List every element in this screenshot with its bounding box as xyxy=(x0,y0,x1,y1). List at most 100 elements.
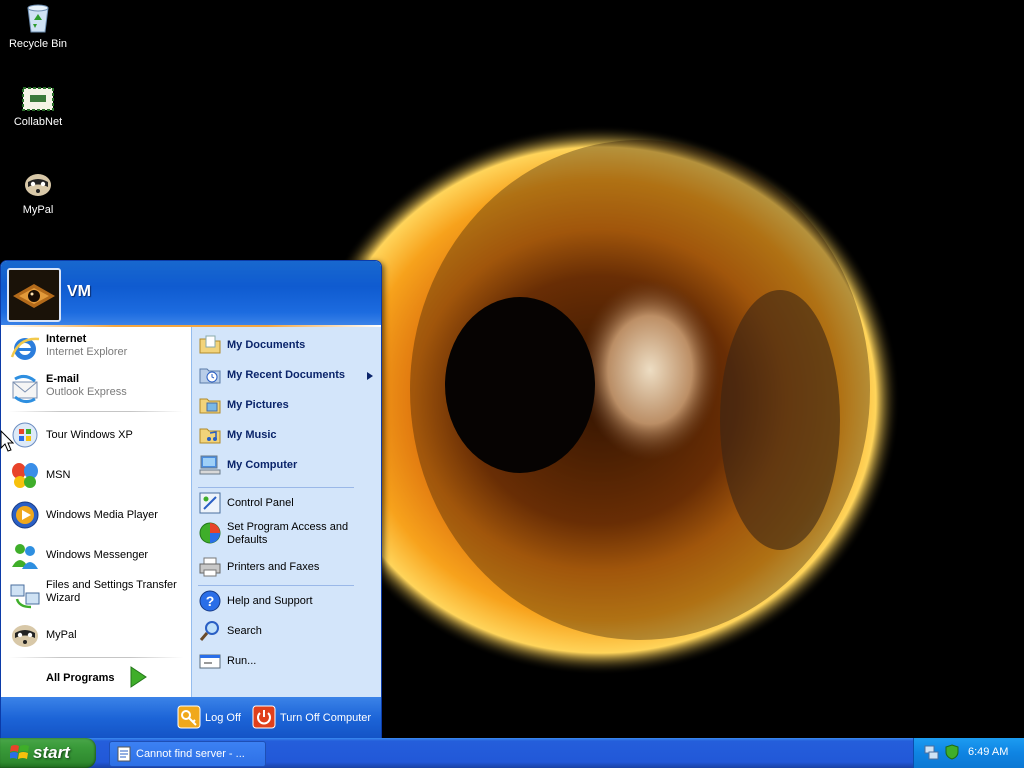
all-programs-button[interactable]: All Programs xyxy=(46,672,114,684)
desktop-icon-label: MyPal xyxy=(22,204,54,216)
desktop-icon-collabnet[interactable]: CollabNet xyxy=(0,86,76,128)
outlook-express-icon xyxy=(12,374,38,404)
security-shield-icon[interactable] xyxy=(944,744,960,760)
mouse-cursor-icon xyxy=(0,430,14,452)
recycle-bin-icon xyxy=(27,4,49,33)
collabnet-icon xyxy=(22,87,54,111)
green-arrow-icon xyxy=(130,666,147,688)
tool-label: Run... xyxy=(227,655,257,667)
submenu-arrow-icon xyxy=(367,372,373,380)
settings-printers[interactable]: Printers and Faxes xyxy=(198,555,378,581)
place-my-computer[interactable]: My Computer xyxy=(198,453,378,479)
tool-label: Search xyxy=(227,625,262,637)
desktop-icon-label: Recycle Bin xyxy=(8,38,68,50)
program-access-icon xyxy=(199,522,221,544)
svg-text:?: ? xyxy=(206,593,215,609)
pinned-subtitle: Outlook Express xyxy=(46,386,127,398)
start-label: start xyxy=(33,743,70,762)
tool-label: Help and Support xyxy=(227,595,313,607)
key-icon xyxy=(177,705,201,729)
settings-separator xyxy=(198,585,354,586)
recent-item-media-player[interactable]: Windows Media Player xyxy=(9,497,187,533)
settings-label: Printers and Faxes xyxy=(227,561,320,573)
settings-label: Control Panel xyxy=(227,497,294,509)
printer-icon xyxy=(199,557,221,577)
msn-butterfly-icon xyxy=(12,463,38,488)
settings-label: Set Program Access and Defaults xyxy=(227,521,349,546)
recent-item-transfer-wizard[interactable]: Files and Settings Transfer Wizard xyxy=(9,577,187,613)
user-name: VM xyxy=(67,283,91,300)
messenger-icon xyxy=(12,544,38,569)
folder-documents-icon xyxy=(199,335,221,354)
place-my-recent-documents[interactable]: My Recent Documents xyxy=(198,363,378,389)
mypal-icon xyxy=(25,174,51,196)
pinned-separator xyxy=(9,411,183,412)
taskbar-window-button[interactable]: Cannot find server - ... xyxy=(109,741,266,767)
pinned-item-email[interactable]: E-mail Outlook Express xyxy=(9,371,187,407)
power-icon xyxy=(252,705,276,729)
recent-item-messenger[interactable]: Windows Messenger xyxy=(9,537,187,573)
run-icon xyxy=(199,654,221,669)
network-icon[interactable] xyxy=(924,744,940,760)
start-menu-right-panel: My Documents My Recent Documents My Pict… xyxy=(191,327,381,697)
recent-item-label: MSN xyxy=(46,469,71,481)
place-label: My Recent Documents xyxy=(227,369,345,381)
start-button[interactable]: start xyxy=(0,738,96,768)
place-my-documents[interactable]: My Documents xyxy=(198,333,378,359)
pinned-title: E-mail xyxy=(46,373,80,385)
pinned-item-internet[interactable]: Internet Internet Explorer xyxy=(9,331,187,367)
place-label: My Documents xyxy=(227,339,306,351)
tool-help-support[interactable]: ? Help and Support xyxy=(198,589,378,615)
mypal-icon xyxy=(12,625,38,647)
desktop-icon-mypal[interactable]: MyPal xyxy=(0,168,76,216)
log-off-button[interactable]: Log Off xyxy=(177,705,247,731)
recent-documents-icon xyxy=(199,368,221,384)
start-menu-left-panel: Internet Internet Explorer E-mail Outloo… xyxy=(1,327,191,697)
system-tray: 6:49 AM xyxy=(913,738,1024,768)
internet-explorer-icon xyxy=(10,337,40,360)
control-panel-icon xyxy=(199,492,221,514)
tool-search[interactable]: Search xyxy=(198,619,378,645)
place-label: My Music xyxy=(227,429,277,441)
search-icon xyxy=(199,621,219,641)
turn-off-label: Turn Off Computer xyxy=(280,712,372,724)
all-programs-separator xyxy=(9,657,183,658)
settings-control-panel[interactable]: Control Panel xyxy=(198,491,378,517)
user-avatar[interactable] xyxy=(7,268,61,322)
recent-item-msn[interactable]: MSN xyxy=(9,457,187,493)
start-menu-header: VM xyxy=(1,261,381,325)
windows-logo-icon xyxy=(10,745,29,759)
recent-item-label: Tour Windows XP xyxy=(46,429,133,441)
recent-item-label: Windows Messenger xyxy=(46,549,149,561)
place-my-pictures[interactable]: My Pictures xyxy=(198,393,378,419)
pinned-subtitle: Internet Explorer xyxy=(46,346,128,358)
taskbar-window-label: Cannot find server - ... xyxy=(136,748,245,760)
transfer-wizard-icon xyxy=(10,584,40,609)
start-menu: VM Internet Internet Explorer E-mail Out… xyxy=(0,260,382,741)
place-label: My Computer xyxy=(227,459,298,471)
tray-clock[interactable]: 6:49 AM xyxy=(968,746,1008,758)
eye-avatar-icon xyxy=(9,270,59,320)
place-label: My Pictures xyxy=(227,399,289,411)
desktop-icon-recycle-bin[interactable]: Recycle Bin xyxy=(0,2,76,50)
taskbar: start Cannot find server - ... 6:49 AM xyxy=(0,738,1024,768)
desktop-icon-label: CollabNet xyxy=(13,116,63,128)
place-my-music[interactable]: My Music xyxy=(198,423,378,449)
document-icon xyxy=(117,746,131,762)
computer-icon xyxy=(199,455,221,475)
places-separator xyxy=(198,487,354,488)
recent-item-tour-windows[interactable]: Tour Windows XP xyxy=(9,417,187,453)
recent-item-mypal[interactable]: MyPal xyxy=(9,617,187,653)
recent-item-label: MyPal xyxy=(46,629,77,641)
folder-pictures-icon xyxy=(199,398,221,414)
recent-item-label: Files and Settings Transfer Wizard xyxy=(46,579,177,604)
pinned-title: Internet xyxy=(46,333,87,345)
recent-item-label: Windows Media Player xyxy=(46,509,158,521)
media-player-icon xyxy=(11,501,39,529)
settings-program-access[interactable]: Set Program Access and Defaults xyxy=(198,521,378,549)
tool-run[interactable]: Run... xyxy=(198,649,378,675)
start-menu-footer: Log Off Turn Off Computer xyxy=(1,697,381,740)
help-icon: ? xyxy=(199,590,221,612)
folder-music-icon xyxy=(199,428,221,444)
turn-off-button[interactable]: Turn Off Computer xyxy=(252,705,374,731)
